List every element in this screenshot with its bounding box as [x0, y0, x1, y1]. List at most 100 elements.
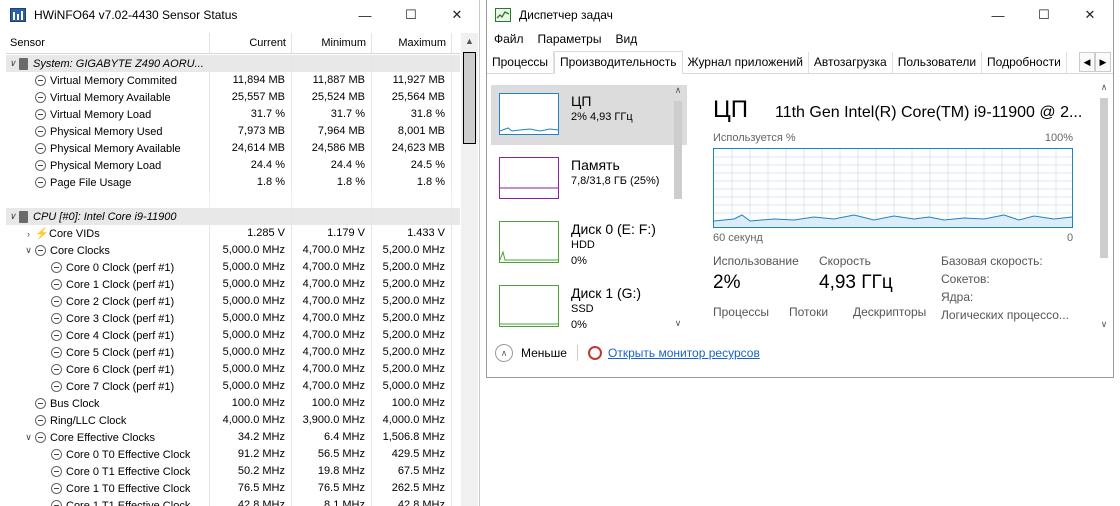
window-title: Диспетчер задач: [519, 8, 613, 22]
column-header-current[interactable]: Current: [210, 33, 292, 53]
tab-processes[interactable]: Процессы: [487, 52, 555, 73]
sensor-row[interactable]: Ring/LLC Clock 4,000.0 MHz 3,900.0 MHz 4,00…: [6, 412, 460, 429]
tab-details[interactable]: Подробности: [982, 52, 1067, 73]
thumbnail-graph-line: [500, 323, 558, 325]
tab-startup[interactable]: Автозагрузка: [809, 52, 893, 73]
sensor-row[interactable]: Virtual Memory Load 31.7 % 31.7 % 31.8 %: [6, 106, 460, 123]
scroll-down-icon[interactable]: ∨: [1097, 319, 1111, 330]
tab-users[interactable]: Пользователи: [893, 52, 983, 73]
sensor-row[interactable]: Core 6 Clock (perf #1) 5,000.0 MHz 4,700.0…: [6, 361, 460, 378]
scrollbar-thumb[interactable]: [1100, 98, 1108, 258]
sensor-row[interactable]: › ⚡ Core VIDs 1.285 V 1.179 V 1.433 V: [6, 225, 460, 242]
minimize-button[interactable]: —: [975, 0, 1021, 30]
sensor-row[interactable]: Core 1 T0 Effective Clock 76.5 MHz 76.5 MH…: [6, 480, 460, 497]
resource-item[interactable]: Диск 1 (G:) SSD 0%: [491, 277, 687, 329]
sensor-row[interactable]: Physical Memory Used 7,973 MB 7,964 MB 8,00…: [6, 123, 460, 140]
scroll-up-icon[interactable]: ∧: [671, 85, 685, 96]
resource-list-scrollbar[interactable]: ∧ ∨: [671, 85, 685, 329]
expand-chevron-icon[interactable]: ›: [22, 229, 35, 239]
collapse-chevron-icon[interactable]: ∨: [22, 245, 35, 256]
current-value-cell: 31.7 %: [210, 106, 292, 123]
resource-item[interactable]: Диск 0 (E: F:) HDD 0%: [491, 213, 687, 273]
vertical-scrollbar[interactable]: ▲: [461, 33, 478, 506]
current-value-cell: 34.2 MHz: [210, 429, 292, 446]
sensor-label: Core 0 T0 Effective Clock: [66, 448, 191, 461]
sensor-name-cell: [6, 191, 210, 208]
sensor-row[interactable]: Core 1 T1 Effective Clock 42.8 MHz 8.1 MHz…: [6, 497, 460, 506]
chip-icon: [19, 57, 28, 70]
sensor-row[interactable]: Core 1 Clock (perf #1) 5,000.0 MHz 4,700.0…: [6, 276, 460, 293]
sensor-group-row[interactable]: ∨ CPU [#0]: Intel Core i9-11900: [6, 208, 460, 225]
sensor-group-row[interactable]: ∨ System: GIGABYTE Z490 AORU...: [6, 55, 460, 72]
fewer-details-button[interactable]: Меньше: [521, 346, 567, 360]
close-button[interactable]: ✕: [434, 0, 479, 30]
maximize-button[interactable]: ☐: [1021, 0, 1067, 30]
sensor-row[interactable]: Core 0 Clock (perf #1) 5,000.0 MHz 4,700.0…: [6, 259, 460, 276]
thumbnail-graph-line: [499, 127, 559, 132]
gauge-icon: [35, 160, 46, 171]
sensor-name-cell: ∨ System: GIGABYTE Z490 AORU...: [6, 55, 210, 72]
menu-file[interactable]: Файл: [487, 30, 531, 50]
maximize-button[interactable]: ☐: [388, 0, 434, 30]
collapse-chevron-icon[interactable]: ∨: [6, 211, 19, 222]
maximum-value-cell: 8,001 MB: [372, 123, 452, 140]
hwinfo-titlebar[interactable]: HWiNFO64 v7.02-4430 Sensor Status — ☐ ✕: [0, 0, 479, 30]
taskmgr-titlebar[interactable]: Диспетчер задач — ☐ ✕: [487, 0, 1113, 30]
maximum-value-cell: 1,506.8 MHz: [372, 429, 452, 446]
minimum-value-cell: 1.8 %: [292, 174, 372, 191]
collapse-chevron-icon[interactable]: ∨: [22, 432, 35, 443]
sensor-row[interactable]: Virtual Memory Available 25,557 MB 25,524 …: [6, 89, 460, 106]
sensor-row[interactable]: ∨ Core Clocks 5,000.0 MHz 4,700.0 MHz 5,200.…: [6, 242, 460, 259]
scrollbar-thumb[interactable]: [463, 52, 476, 144]
tab-app-history[interactable]: Журнал приложений: [683, 52, 809, 73]
scroll-up-icon[interactable]: ∧: [1097, 82, 1111, 93]
maximum-value-cell: 100.0 MHz: [372, 395, 452, 412]
column-header-sensor[interactable]: Sensor: [6, 33, 210, 53]
gauge-icon: [35, 143, 46, 154]
column-header-maximum[interactable]: Maximum: [372, 33, 452, 53]
tab-performance[interactable]: Производительность: [554, 51, 683, 74]
menu-options[interactable]: Параметры: [531, 30, 609, 50]
sensor-label: Core Clocks: [50, 244, 110, 257]
sensor-row[interactable]: Core 5 Clock (perf #1) 5,000.0 MHz 4,700.0…: [6, 344, 460, 361]
scrollbar-thumb[interactable]: [674, 101, 682, 199]
column-header-minimum[interactable]: Minimum: [292, 33, 372, 53]
gauge-icon: [51, 279, 62, 290]
current-value-cell: 25,557 MB: [210, 89, 292, 106]
sensor-row[interactable]: Core 0 T0 Effective Clock 91.2 MHz 56.5 MH…: [6, 446, 460, 463]
open-resource-monitor-link[interactable]: Открыть монитор ресурсов: [608, 346, 760, 360]
resource-item[interactable]: ЦП 2% 4,93 ГГц: [491, 85, 687, 145]
minimum-value-cell: [292, 55, 372, 72]
menu-view[interactable]: Вид: [608, 30, 644, 50]
collapse-chevron-icon[interactable]: ∨: [6, 58, 19, 69]
sensor-row[interactable]: Core 3 Clock (perf #1) 5,000.0 MHz 4,700.0…: [6, 310, 460, 327]
sensor-row[interactable]: Physical Memory Available 24,614 MB 24,586…: [6, 140, 460, 157]
detail-panel-scrollbar[interactable]: ∧ ∨: [1097, 82, 1111, 330]
sensor-row[interactable]: Physical Memory Load 24.4 % 24.4 % 24.5 %: [6, 157, 460, 174]
sensor-row[interactable]: Bus Clock 100.0 MHz 100.0 MHz 100.0 MHz: [6, 395, 460, 412]
minimize-button[interactable]: —: [342, 0, 388, 30]
maximum-value-cell: 5,000.0 MHz: [372, 378, 452, 395]
sensor-row[interactable]: Page File Usage 1.8 % 1.8 % 1.8 %: [6, 174, 460, 191]
sensor-name-cell: Core 1 T0 Effective Clock: [6, 480, 210, 497]
current-value-cell: 4,000.0 MHz: [210, 412, 292, 429]
minimum-value-cell: 4,700.0 MHz: [292, 344, 372, 361]
gauge-icon: [35, 75, 46, 86]
tab-scroll-right-icon[interactable]: ▶: [1095, 52, 1111, 72]
resource-item[interactable]: Память 7,8/31,8 ГБ (25%): [491, 149, 687, 209]
sensor-row[interactable]: Virtual Memory Commited 11,894 MB 11,887 M…: [6, 72, 460, 89]
tab-scroll-left-icon[interactable]: ◀: [1079, 52, 1095, 72]
chevron-up-icon[interactable]: ∧: [495, 344, 513, 362]
current-value-cell: 5,000.0 MHz: [210, 242, 292, 259]
gauge-icon: [51, 296, 62, 307]
scroll-down-icon[interactable]: ∨: [671, 318, 685, 329]
gauge-icon: [35, 398, 46, 409]
sensor-row[interactable]: Core 7 Clock (perf #1) 5,000.0 MHz 4,700.0…: [6, 378, 460, 395]
scroll-up-arrow-icon[interactable]: ▲: [461, 33, 478, 50]
sensor-row[interactable]: ∨ Core Effective Clocks 34.2 MHz 6.4 MHz 1,5…: [6, 429, 460, 446]
sensor-row[interactable]: Core 2 Clock (perf #1) 5,000.0 MHz 4,700.0…: [6, 293, 460, 310]
close-button[interactable]: ✕: [1067, 0, 1113, 30]
sensor-row[interactable]: Core 4 Clock (perf #1) 5,000.0 MHz 4,700.0…: [6, 327, 460, 344]
minimum-value-cell: 3,900.0 MHz: [292, 412, 372, 429]
sensor-row[interactable]: Core 0 T1 Effective Clock 50.2 MHz 19.8 MH…: [6, 463, 460, 480]
